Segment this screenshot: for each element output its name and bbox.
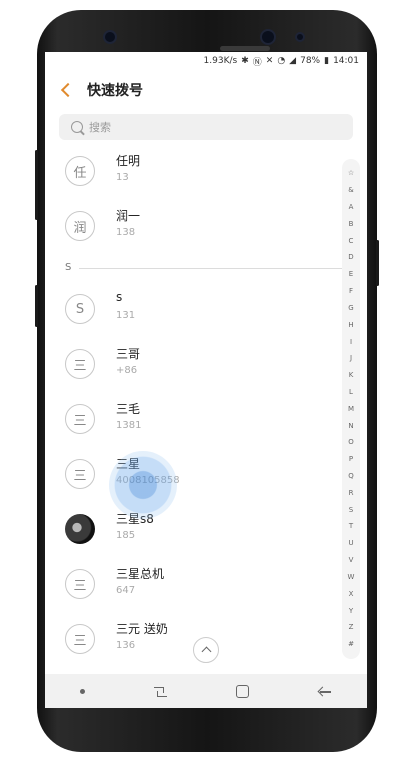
- contact-row[interactable]: 润 润一 138: [45, 199, 341, 254]
- avatar: 润: [65, 211, 95, 241]
- recent-apps-icon[interactable]: [154, 686, 168, 697]
- contact-number: 647: [116, 585, 136, 596]
- contact-row[interactable]: 三 三哥 +86: [45, 337, 341, 392]
- speaker-grille: [220, 46, 270, 51]
- index-letter[interactable]: N: [348, 422, 353, 430]
- contact-name: 润一: [116, 209, 141, 223]
- index-letter[interactable]: H: [348, 321, 353, 329]
- contact-list: 任 任明 13 润 润一 138 S S s 131 三 三哥 +86 三 三毛…: [45, 144, 343, 667]
- home-icon[interactable]: [235, 684, 249, 698]
- index-letter[interactable]: E: [349, 270, 353, 278]
- contact-row[interactable]: 三 三星总机 647: [45, 557, 341, 612]
- volume-key: [35, 150, 38, 220]
- index-letter[interactable]: T: [349, 522, 353, 530]
- contact-name: 三哥: [116, 347, 141, 361]
- avatar: 三: [65, 459, 95, 489]
- index-letter[interactable]: B: [349, 220, 354, 228]
- sensor-icon: [262, 31, 274, 43]
- contact-number: 1381: [116, 420, 142, 431]
- mute-icon: ✕: [265, 56, 274, 66]
- nav-hide-button[interactable]: [79, 688, 85, 694]
- avatar: 三: [65, 404, 95, 434]
- back-arrow-icon[interactable]: [59, 82, 75, 98]
- back-icon[interactable]: [318, 686, 332, 696]
- contact-row[interactable]: 三星s8 185: [45, 502, 341, 557]
- signal-icon: ◢: [289, 56, 297, 66]
- contact-number: 131: [116, 310, 136, 321]
- contact-name: 任明: [116, 154, 141, 168]
- index-letter[interactable]: Q: [348, 472, 354, 480]
- index-letter[interactable]: R: [349, 489, 354, 497]
- contact-number: 13: [116, 172, 129, 183]
- contact-row[interactable]: 任 任明 13: [45, 144, 341, 199]
- contact-name: 三元 送奶: [116, 622, 168, 636]
- contact-row[interactable]: S s 131: [45, 282, 341, 337]
- index-letter[interactable]: J: [350, 354, 352, 362]
- contact-name: 三星总机: [116, 567, 165, 581]
- section-letter: S: [65, 262, 72, 273]
- power-key: [376, 240, 379, 286]
- contact-row[interactable]: 三 三元 送奶 1366: [45, 612, 341, 667]
- network-speed: 1.93K/s: [203, 56, 238, 66]
- search-placeholder: 搜索: [89, 121, 111, 134]
- clock: 14:01: [333, 56, 359, 66]
- contact-number: 138: [116, 227, 136, 238]
- index-letter[interactable]: ☆: [348, 169, 354, 177]
- front-camera-icon: [105, 32, 115, 42]
- battery-icon: ▮: [324, 56, 330, 66]
- page-title: 快速拨号: [87, 83, 143, 99]
- contact-name: 三毛: [116, 402, 141, 416]
- avatar: S: [65, 294, 95, 324]
- index-letter[interactable]: F: [349, 287, 353, 295]
- avatar-photo: [65, 514, 95, 544]
- index-letter[interactable]: M: [348, 405, 354, 413]
- contact-number: 1366: [116, 640, 201, 651]
- index-letter[interactable]: D: [348, 253, 353, 261]
- battery-level: 78%: [300, 56, 321, 66]
- avatar: 三: [65, 624, 95, 654]
- contact-row[interactable]: 三 三星 4008105858: [45, 447, 341, 502]
- index-letter[interactable]: A: [349, 203, 354, 211]
- avatar: 三: [65, 569, 95, 599]
- app-bar: 快速拨号: [45, 70, 367, 110]
- contact-number: +86: [116, 365, 138, 376]
- index-letter[interactable]: K: [349, 371, 354, 379]
- index-letter[interactable]: U: [348, 539, 353, 547]
- index-letter[interactable]: G: [348, 304, 353, 312]
- wifi-icon: ◔: [277, 56, 286, 66]
- index-letter[interactable]: Y: [349, 607, 353, 615]
- alphabet-index[interactable]: ☆ & A B C D E F G H I J K L M N O P Q R S T U V W X Y Z #: [342, 159, 360, 659]
- index-letter[interactable]: P: [349, 455, 353, 463]
- scroll-to-top-button[interactable]: [193, 637, 219, 663]
- index-letter[interactable]: Z: [349, 623, 354, 631]
- contact-row[interactable]: 三 三毛 1381: [45, 392, 341, 447]
- bluetooth-icon: ✱: [241, 56, 249, 66]
- section-header: S: [45, 254, 343, 282]
- screen: 1.93K/s ✱ Ⓝ ✕ ◔ ◢ 78% ▮ 14:01 快速拨号 搜索 任 …: [45, 52, 367, 708]
- chevron-up-icon: [201, 646, 211, 657]
- index-letter[interactable]: O: [348, 438, 354, 446]
- navigation-bar: [45, 674, 367, 708]
- nfc-icon: Ⓝ: [252, 57, 262, 68]
- index-letter[interactable]: C: [349, 237, 354, 245]
- touch-indicator: [109, 451, 177, 519]
- index-letter[interactable]: #: [348, 640, 354, 648]
- bixby-key: [35, 285, 38, 327]
- avatar: 三: [65, 349, 95, 379]
- avatar: 任: [65, 156, 95, 186]
- index-letter[interactable]: I: [350, 338, 352, 346]
- index-letter[interactable]: &: [348, 186, 353, 194]
- index-letter[interactable]: W: [348, 573, 355, 581]
- index-letter[interactable]: V: [349, 556, 354, 564]
- index-letter[interactable]: X: [349, 590, 354, 598]
- index-letter[interactable]: L: [349, 388, 353, 396]
- search-input[interactable]: 搜索: [59, 114, 353, 140]
- status-bar: 1.93K/s ✱ Ⓝ ✕ ◔ ◢ 78% ▮ 14:01: [45, 52, 367, 70]
- iris-sensor-icon: [297, 34, 303, 40]
- divider: [79, 268, 343, 269]
- contact-number: 185: [116, 530, 136, 541]
- index-letter[interactable]: S: [349, 506, 353, 514]
- contact-name: s: [116, 290, 123, 304]
- search-icon: [71, 121, 83, 133]
